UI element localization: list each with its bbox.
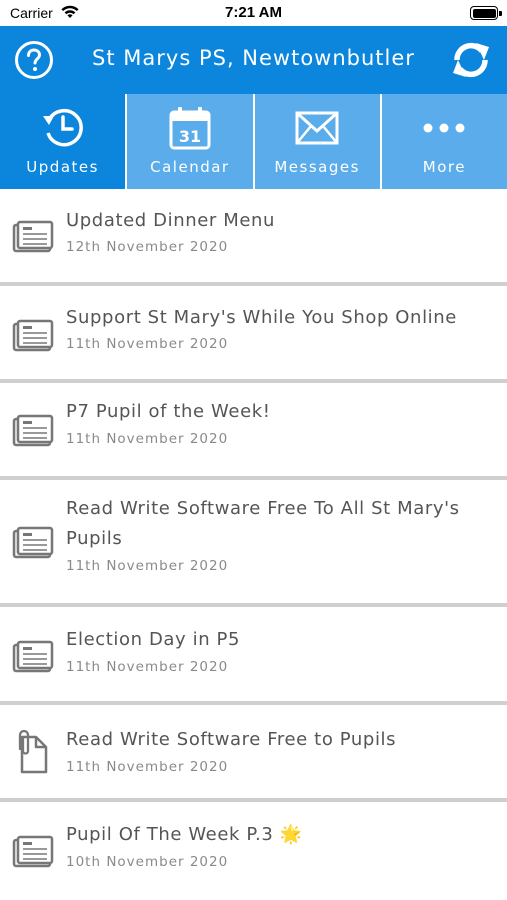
update-date: 11th November 2020	[66, 558, 229, 574]
calendar-day: 31	[179, 127, 201, 146]
school-title: St Marys PS, Newtownbutler	[92, 46, 415, 70]
tab-more[interactable]: More	[379, 94, 507, 189]
ellipsis-icon	[423, 123, 465, 133]
tab-updates[interactable]: Updates	[0, 94, 126, 189]
update-date: 11th November 2020	[66, 431, 229, 447]
update-title: Pupil Of The Week P.3 🌟	[66, 824, 303, 845]
tab-label: Updates	[26, 158, 99, 176]
tab-label: Messages	[274, 158, 360, 176]
envelope-icon	[295, 111, 339, 145]
update-date: 11th November 2020	[66, 759, 229, 775]
status-bar: Carrier 7:21 AM	[0, 0, 507, 26]
newspaper-icon	[12, 414, 54, 447]
battery-icon	[470, 6, 502, 20]
question-circle-icon[interactable]	[14, 40, 54, 80]
update-date: 10th November 2020	[66, 854, 229, 870]
update-date: 11th November 2020	[66, 659, 229, 675]
list-item[interactable]: Read Write Software Free to Pupils 11th …	[0, 705, 507, 802]
newspaper-icon	[12, 319, 54, 352]
tab-calendar[interactable]: 31 Calendar	[125, 94, 253, 189]
tab-label: Calendar	[150, 158, 230, 176]
calendar-icon: 31	[169, 107, 211, 150]
list-item[interactable]: P7 Pupil of the Week! 11th November 2020	[0, 383, 507, 480]
update-title: Read Write Software Free to Pupils	[66, 729, 397, 750]
update-title: Election Day in P5	[66, 629, 241, 650]
list-item[interactable]: Pupil Of The Week P.3 🌟 10th November 20…	[0, 802, 507, 897]
updates-list: Updated Dinner Menu 12th November 2020 S…	[0, 189, 507, 897]
update-title: Updated Dinner Menu	[66, 210, 276, 231]
list-item[interactable]: Updated Dinner Menu 12th November 2020	[0, 189, 507, 286]
newspaper-icon	[12, 220, 54, 253]
updates-clock-icon	[42, 109, 83, 147]
attachment-document-icon	[18, 729, 48, 774]
newspaper-icon	[12, 526, 54, 559]
update-title: Read Write Software Free To All St Mary'…	[66, 498, 460, 549]
list-item[interactable]: Support St Mary's While You Shop Online …	[0, 286, 507, 383]
app-header: St Marys PS, Newtownbutler	[0, 26, 507, 94]
update-date: 11th November 2020	[66, 336, 229, 352]
refresh-icon[interactable]	[449, 39, 493, 81]
update-date: 12th November 2020	[66, 239, 229, 255]
list-item[interactable]: Read Write Software Free To All St Mary'…	[0, 480, 507, 607]
update-title: Support St Mary's While You Shop Online	[66, 307, 457, 328]
tab-label: More	[422, 158, 466, 176]
list-item[interactable]: Election Day in P5 11th November 2020	[0, 607, 507, 705]
update-title: P7 Pupil of the Week!	[66, 401, 271, 422]
clock-time: 7:21 AM	[225, 4, 282, 21]
tab-bar: Updates 31 Calendar Messages More	[0, 94, 507, 189]
newspaper-icon	[12, 835, 54, 868]
newspaper-icon	[12, 640, 54, 673]
tab-messages[interactable]: Messages	[252, 94, 380, 189]
